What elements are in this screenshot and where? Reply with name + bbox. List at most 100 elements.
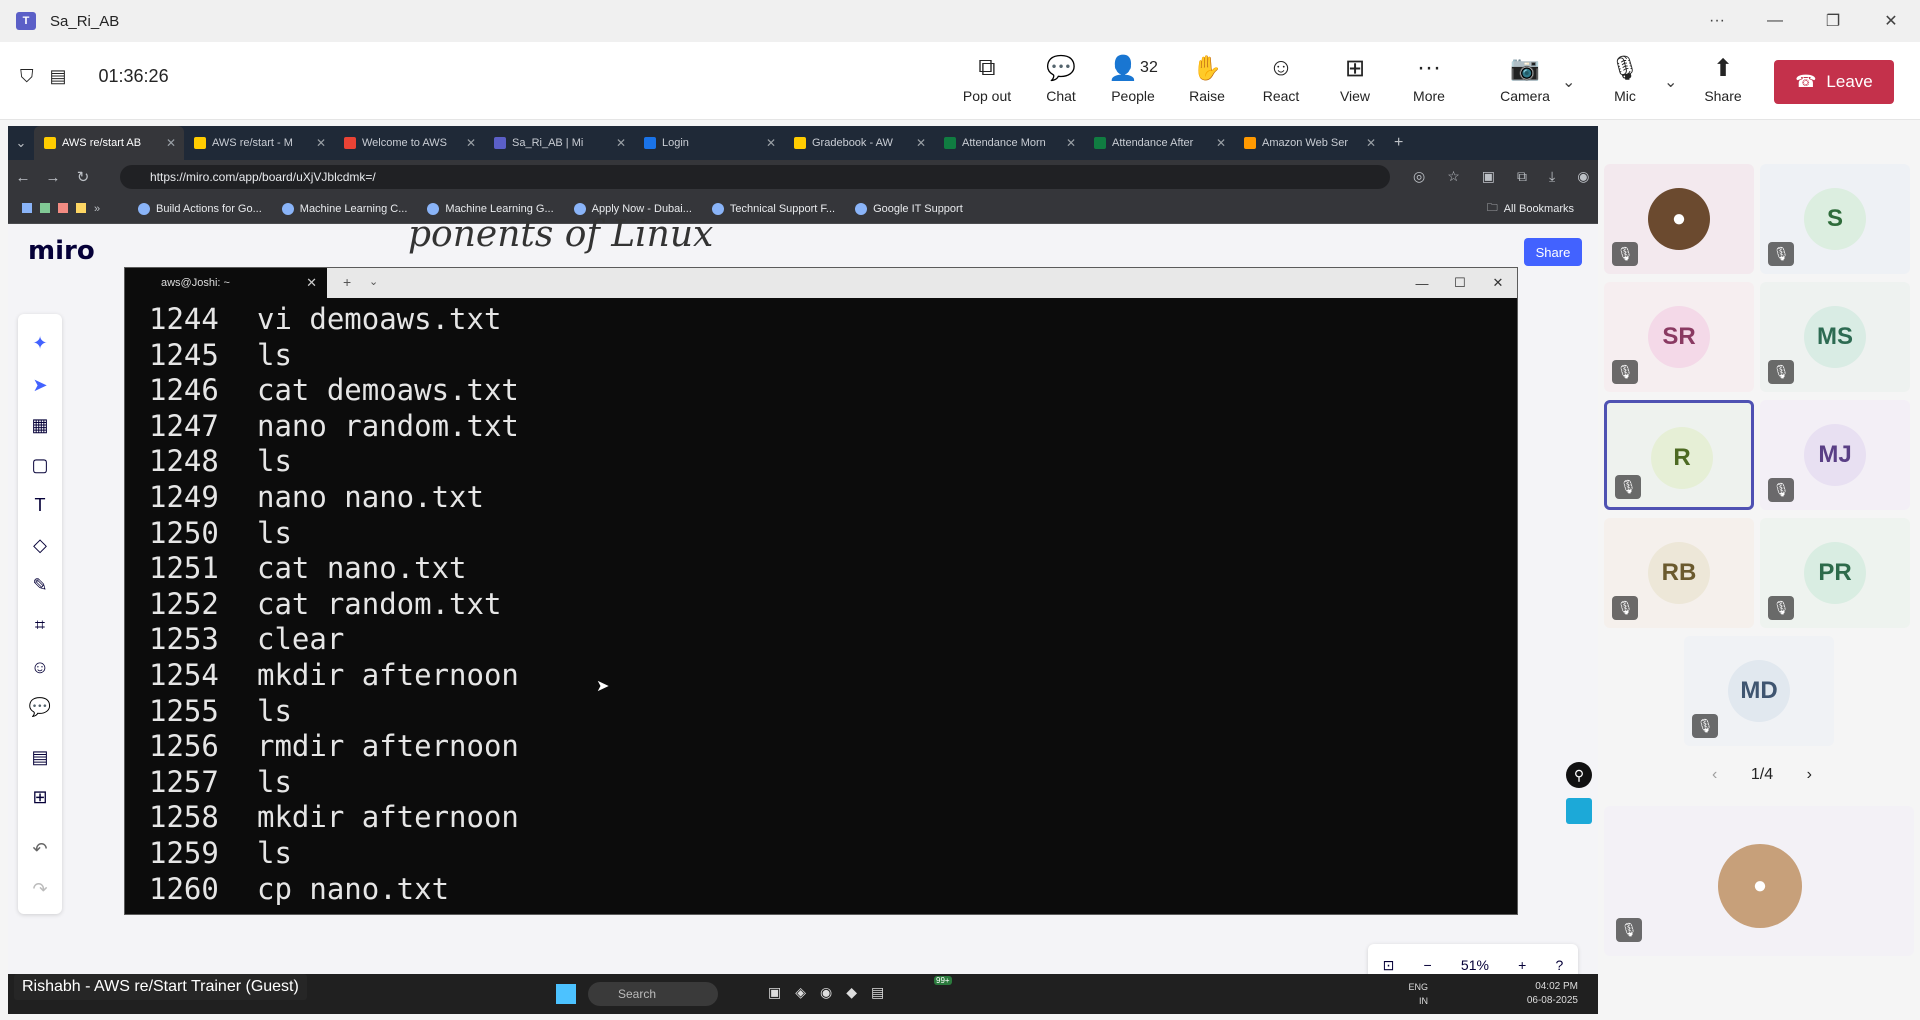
browser-tab[interactable]: Login ✕	[634, 126, 784, 160]
undo-icon[interactable]: ↶	[18, 834, 62, 864]
extension-icon[interactable]: ▣	[1482, 168, 1495, 185]
new-tab-icon[interactable]: +	[1394, 134, 1403, 152]
shield-icon[interactable]: ⛉	[20, 66, 34, 87]
bookmark-item[interactable]: Technical Support F...	[711, 202, 835, 215]
browser-tab[interactable]: Welcome to AWS ✕	[334, 126, 484, 160]
browser-tab[interactable]: Amazon Web Ser ✕	[1234, 126, 1384, 160]
more-button[interactable]: ··· More	[1392, 52, 1466, 112]
terminal-output[interactable]: 1244 vi demoaws.txt 1245 ls 1246 cat demoaws.…	[125, 298, 1517, 914]
emoji-icon[interactable]: ☺	[18, 652, 62, 682]
close-button[interactable]: ✕	[1862, 0, 1920, 42]
location-pin-icon[interactable]: ⚲	[1566, 762, 1592, 788]
pen-icon[interactable]: ✎	[18, 570, 62, 600]
more-options-icon[interactable]: ···	[1688, 0, 1746, 42]
terminal-tab[interactable]: aws@Joshi: ~ ✕	[125, 268, 327, 298]
leave-button[interactable]: ☎ Leave	[1774, 60, 1894, 104]
close-tab-icon[interactable]: ✕	[616, 136, 626, 150]
chat-button[interactable]: 💬 Chat	[1024, 52, 1098, 112]
frame-icon[interactable]: ⌗	[18, 610, 62, 640]
react-button[interactable]: ☺ React	[1244, 52, 1318, 112]
camera-button[interactable]: 📷 Camera	[1488, 52, 1562, 112]
camera-options-chevron-icon[interactable]: ⌄	[1562, 72, 1575, 92]
add-icon[interactable]: ⊞	[18, 782, 62, 812]
app-launcher-icon[interactable]	[1566, 798, 1592, 824]
browser-tab[interactable]: Attendance After ✕	[1084, 126, 1234, 160]
browser-tab[interactable]: Gradebook - AW ✕	[784, 126, 934, 160]
minimize-button[interactable]: —	[1746, 0, 1804, 42]
bookmark-folder-icon[interactable]	[40, 202, 50, 213]
bookmark-folder-icon[interactable]	[22, 202, 32, 213]
windows-start-icon[interactable]	[556, 984, 576, 1004]
system-tray[interactable]: ENG IN 04:02 PM 06-08-2025	[1408, 980, 1578, 1008]
table-icon[interactable]: ▤	[18, 742, 62, 772]
view-button[interactable]: ⊞ View	[1318, 52, 1392, 112]
sticky-note-icon[interactable]: ▢	[18, 450, 62, 480]
bookmark-star-icon[interactable]: ☆	[1447, 168, 1460, 185]
text-icon[interactable]: T	[18, 490, 62, 520]
comment-icon[interactable]: 💬	[18, 692, 62, 722]
new-tab-icon[interactable]: +	[343, 274, 351, 290]
close-tab-icon[interactable]: ✕	[466, 136, 476, 150]
forward-icon[interactable]: →	[38, 169, 68, 186]
participant-tile[interactable]: SR 🎙	[1604, 282, 1754, 392]
mic-options-chevron-icon[interactable]: ⌄	[1664, 72, 1677, 92]
people-button[interactable]: 👤 32 People	[1096, 52, 1170, 112]
templates-icon[interactable]: ▦	[18, 410, 62, 440]
bookmark-item[interactable]: Google IT Support	[855, 202, 963, 215]
miro-share-button[interactable]: Share	[1524, 238, 1582, 266]
terminal-window[interactable]: aws@Joshi: ~ ✕ + ⌄ — ☐ ✕ 1244 vi demoaws.…	[124, 267, 1518, 915]
participant-tile[interactable]: MD 🎙	[1684, 636, 1834, 746]
maximize-icon[interactable]: ☐	[1441, 268, 1479, 298]
pop-out-button[interactable]: ⧉ Pop out	[950, 52, 1024, 112]
bookmark-item[interactable]: Build Actions for Go...	[138, 202, 262, 215]
zoom-level[interactable]: 51%	[1461, 957, 1489, 973]
puzzle-icon[interactable]: ⧉	[1517, 168, 1527, 185]
next-page-icon[interactable]: ›	[1807, 766, 1812, 784]
fit-screen-icon[interactable]: ⊡	[1383, 957, 1395, 974]
close-tab-icon[interactable]: ✕	[766, 136, 776, 150]
prev-page-icon[interactable]: ‹	[1712, 766, 1717, 784]
raise-button[interactable]: ✋ Raise	[1170, 52, 1244, 112]
help-icon[interactable]: ?	[1556, 957, 1564, 973]
address-bar[interactable]: https://miro.com/app/board/uXjVJblcdmk=/	[120, 165, 1390, 189]
zoom-in-icon[interactable]: +	[1518, 957, 1526, 973]
bookmark-folder-icon[interactable]	[76, 202, 86, 213]
close-tab-icon[interactable]: ✕	[306, 275, 317, 291]
share-button[interactable]: ⬆ Share	[1686, 52, 1760, 112]
minimize-icon[interactable]: —	[1403, 268, 1441, 298]
reload-icon[interactable]: ↻	[68, 168, 98, 186]
browser-tab[interactable]: AWS re/start AB ✕	[34, 126, 184, 160]
participant-tile[interactable]: S 🎙	[1760, 164, 1910, 274]
bookmark-item[interactable]: Machine Learning G...	[427, 202, 554, 215]
eye-off-icon[interactable]: ◎	[1413, 168, 1425, 185]
close-tab-icon[interactable]: ✕	[1366, 136, 1376, 150]
tab-list-icon[interactable]: ⌄	[8, 135, 34, 151]
download-icon[interactable]: ⤓	[1549, 168, 1555, 185]
back-icon[interactable]: ←	[8, 169, 38, 186]
mic-button[interactable]: 🎙 Mic	[1588, 52, 1662, 112]
bookmark-folder-icon[interactable]	[58, 202, 68, 213]
browser-tab[interactable]: Sa_Ri_AB | Mi ✕	[484, 126, 634, 160]
participant-tile[interactable]: RB 🎙	[1604, 518, 1754, 628]
close-tab-icon[interactable]: ✕	[916, 136, 926, 150]
close-tab-icon[interactable]: ✕	[316, 136, 326, 150]
taskbar-search[interactable]: Search	[588, 982, 718, 1006]
redo-icon[interactable]: ↷	[18, 874, 62, 904]
bookmark-item[interactable]: Apply Now - Dubai...	[573, 202, 692, 215]
meeting-info-icon[interactable]: ▤	[50, 66, 67, 87]
participant-tile[interactable]: ● 🎙	[1604, 806, 1914, 956]
participant-tile[interactable]: ● 🎙	[1604, 164, 1754, 274]
shapes-icon[interactable]: ◇	[18, 530, 62, 560]
more-bookmarks-icon[interactable]: »	[94, 203, 100, 215]
participant-tile[interactable]: PR 🎙	[1760, 518, 1910, 628]
participant-tile[interactable]: R 🎙	[1604, 400, 1754, 510]
participant-tile[interactable]: MJ 🎙	[1760, 400, 1910, 510]
participant-tile[interactable]: MS 🎙	[1760, 282, 1910, 392]
select-cursor-icon[interactable]: ➤	[18, 370, 62, 400]
close-tab-icon[interactable]: ✕	[1066, 136, 1076, 150]
browser-tab[interactable]: AWS re/start - M ✕	[184, 126, 334, 160]
browser-tab[interactable]: Attendance Morn ✕	[934, 126, 1084, 160]
close-tab-icon[interactable]: ✕	[166, 136, 176, 150]
taskbar-apps-icon[interactable]: ▣◈◉◆▤	[768, 984, 898, 1001]
close-icon[interactable]: ✕	[1479, 268, 1517, 298]
